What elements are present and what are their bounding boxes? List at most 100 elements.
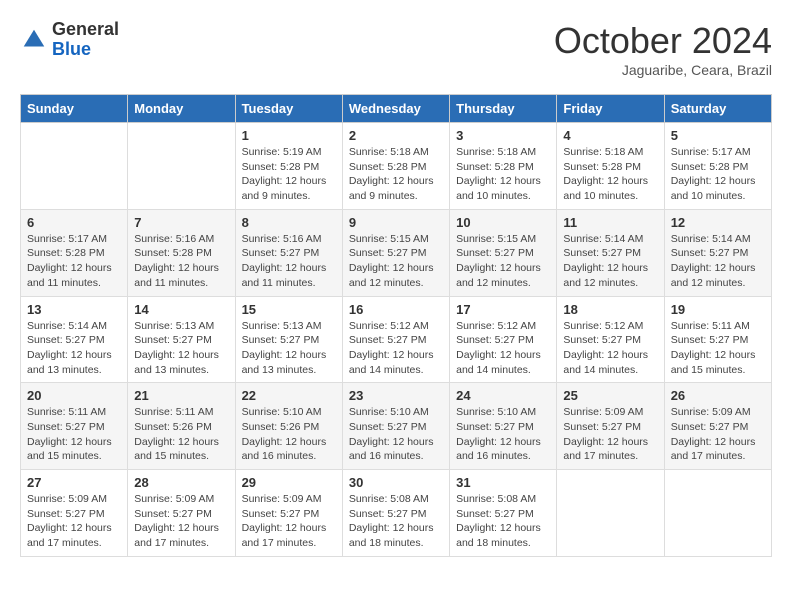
cell-content: Sunrise: 5:18 AM Sunset: 5:28 PM Dayligh… (456, 145, 550, 204)
day-number: 30 (349, 475, 443, 490)
calendar-cell: 2Sunrise: 5:18 AM Sunset: 5:28 PM Daylig… (342, 123, 449, 210)
day-number: 27 (27, 475, 121, 490)
day-number: 14 (134, 302, 228, 317)
calendar-cell: 8Sunrise: 5:16 AM Sunset: 5:27 PM Daylig… (235, 209, 342, 296)
day-number: 4 (563, 128, 657, 143)
calendar-cell: 14Sunrise: 5:13 AM Sunset: 5:27 PM Dayli… (128, 296, 235, 383)
calendar-cell: 28 Sunrise: 5:09 AM Sunset: 5:27 PM Dayli… (128, 470, 235, 557)
cell-content: Sunrise: 5:12 AM Sunset: 5:27 PM Dayligh… (456, 319, 550, 378)
calendar-cell: 13 Sunrise: 5:14 AM Sunset: 5:27 PM Dayli… (21, 296, 128, 383)
calendar-cell (128, 123, 235, 210)
day-header-friday: Friday (557, 95, 664, 123)
calendar-cell: 31 Sunrise: 5:08 AM Sunset: 5:27 PM Dayli… (450, 470, 557, 557)
day-header-monday: Monday (128, 95, 235, 123)
day-number: 19 (671, 302, 765, 317)
day-header-sunday: Sunday (21, 95, 128, 123)
day-number: 17 (456, 302, 550, 317)
day-header-tuesday: Tuesday (235, 95, 342, 123)
day-number: 8 (242, 215, 336, 230)
location-text: Jaguaribe, Ceara, Brazil (554, 62, 772, 78)
cell-content: Sunrise: 5:10 AM Sunset: 5:27 PM Dayligh… (349, 405, 443, 464)
cell-content: Sunrise: 5:09 AM Sunset: 5:27 PM Dayligh… (27, 492, 121, 551)
day-number: 1 (242, 128, 336, 143)
logo-blue-text: Blue (52, 40, 119, 60)
logo-text: General Blue (52, 20, 119, 60)
calendar-header-row: SundayMondayTuesdayWednesdayThursdayFrid… (21, 95, 772, 123)
cell-content: Sunrise: 5:12 AM Sunset: 5:27 PM Dayligh… (349, 319, 443, 378)
day-number: 18 (563, 302, 657, 317)
cell-content: Sunrise: 5:09 AM Sunset: 5:27 PM Dayligh… (242, 492, 336, 551)
calendar-cell (557, 470, 664, 557)
cell-content: Sunrise: 5:08 AM Sunset: 5:27 PM Dayligh… (349, 492, 443, 551)
day-number: 22 (242, 388, 336, 403)
calendar-cell (664, 470, 771, 557)
month-title: October 2024 (554, 20, 772, 62)
logo-icon (20, 26, 48, 54)
calendar-cell: 1 Sunrise: 5:19 AM Sunset: 5:28 PM Daylig… (235, 123, 342, 210)
cell-content: Sunrise: 5:11 AM Sunset: 5:27 PM Dayligh… (671, 319, 765, 378)
calendar-cell: 25 Sunrise: 5:09 AM Sunset: 5:27 PM Dayli… (557, 383, 664, 470)
cell-content: Sunrise: 5:19 AM Sunset: 5:28 PM Dayligh… (242, 145, 336, 204)
cell-content: Sunrise: 5:16 AM Sunset: 5:28 PM Dayligh… (134, 232, 228, 291)
calendar-cell: 4 Sunrise: 5:18 AM Sunset: 5:28 PM Daylig… (557, 123, 664, 210)
day-number: 5 (671, 128, 765, 143)
cell-content: Sunrise: 5:14 AM Sunset: 5:27 PM Dayligh… (27, 319, 121, 378)
page-header: General Blue October 2024 Jaguaribe, Cea… (20, 20, 772, 78)
day-number: 15 (242, 302, 336, 317)
day-number: 21 (134, 388, 228, 403)
day-number: 25 (563, 388, 657, 403)
day-number: 12 (671, 215, 765, 230)
calendar-cell: 24Sunrise: 5:10 AM Sunset: 5:27 PM Dayli… (450, 383, 557, 470)
day-number: 3 (456, 128, 550, 143)
cell-content: Sunrise: 5:14 AM Sunset: 5:27 PM Dayligh… (671, 232, 765, 291)
day-header-wednesday: Wednesday (342, 95, 449, 123)
cell-content: Sunrise: 5:17 AM Sunset: 5:28 PM Dayligh… (671, 145, 765, 204)
day-number: 11 (563, 215, 657, 230)
cell-content: Sunrise: 5:18 AM Sunset: 5:28 PM Dayligh… (349, 145, 443, 204)
cell-content: Sunrise: 5:15 AM Sunset: 5:27 PM Dayligh… (456, 232, 550, 291)
cell-content: Sunrise: 5:18 AM Sunset: 5:28 PM Dayligh… (563, 145, 657, 204)
calendar-cell: 3 Sunrise: 5:18 AM Sunset: 5:28 PM Daylig… (450, 123, 557, 210)
cell-content: Sunrise: 5:10 AM Sunset: 5:26 PM Dayligh… (242, 405, 336, 464)
calendar-cell: 6 Sunrise: 5:17 AM Sunset: 5:28 PM Daylig… (21, 209, 128, 296)
calendar-week-row: 6 Sunrise: 5:17 AM Sunset: 5:28 PM Daylig… (21, 209, 772, 296)
day-number: 28 (134, 475, 228, 490)
calendar-cell: 22 Sunrise: 5:10 AM Sunset: 5:26 PM Dayli… (235, 383, 342, 470)
calendar-cell: 19 Sunrise: 5:11 AM Sunset: 5:27 PM Dayli… (664, 296, 771, 383)
day-number: 6 (27, 215, 121, 230)
cell-content: Sunrise: 5:11 AM Sunset: 5:26 PM Dayligh… (134, 405, 228, 464)
cell-content: Sunrise: 5:09 AM Sunset: 5:27 PM Dayligh… (671, 405, 765, 464)
day-number: 16 (349, 302, 443, 317)
calendar-week-row: 27 Sunrise: 5:09 AM Sunset: 5:27 PM Dayli… (21, 470, 772, 557)
day-number: 20 (27, 388, 121, 403)
calendar-cell: 9Sunrise: 5:15 AM Sunset: 5:27 PM Daylig… (342, 209, 449, 296)
cell-content: Sunrise: 5:17 AM Sunset: 5:28 PM Dayligh… (27, 232, 121, 291)
cell-content: Sunrise: 5:14 AM Sunset: 5:27 PM Dayligh… (563, 232, 657, 291)
cell-content: Sunrise: 5:12 AM Sunset: 5:27 PM Dayligh… (563, 319, 657, 378)
cell-content: Sunrise: 5:15 AM Sunset: 5:27 PM Dayligh… (349, 232, 443, 291)
calendar-cell: 18 Sunrise: 5:12 AM Sunset: 5:27 PM Dayli… (557, 296, 664, 383)
calendar-cell: 21 Sunrise: 5:11 AM Sunset: 5:26 PM Dayli… (128, 383, 235, 470)
calendar-cell: 10Sunrise: 5:15 AM Sunset: 5:27 PM Dayli… (450, 209, 557, 296)
day-number: 13 (27, 302, 121, 317)
cell-content: Sunrise: 5:09 AM Sunset: 5:27 PM Dayligh… (563, 405, 657, 464)
calendar-week-row: 1 Sunrise: 5:19 AM Sunset: 5:28 PM Daylig… (21, 123, 772, 210)
calendar-cell: 29Sunrise: 5:09 AM Sunset: 5:27 PM Dayli… (235, 470, 342, 557)
cell-content: Sunrise: 5:08 AM Sunset: 5:27 PM Dayligh… (456, 492, 550, 551)
day-number: 31 (456, 475, 550, 490)
calendar-week-row: 13 Sunrise: 5:14 AM Sunset: 5:27 PM Dayli… (21, 296, 772, 383)
calendar-cell: 15 Sunrise: 5:13 AM Sunset: 5:27 PM Dayli… (235, 296, 342, 383)
calendar-cell: 23Sunrise: 5:10 AM Sunset: 5:27 PM Dayli… (342, 383, 449, 470)
day-header-thursday: Thursday (450, 95, 557, 123)
cell-content: Sunrise: 5:11 AM Sunset: 5:27 PM Dayligh… (27, 405, 121, 464)
cell-content: Sunrise: 5:09 AM Sunset: 5:27 PM Dayligh… (134, 492, 228, 551)
calendar-cell: 17 Sunrise: 5:12 AM Sunset: 5:27 PM Dayli… (450, 296, 557, 383)
logo: General Blue (20, 20, 119, 60)
day-number: 7 (134, 215, 228, 230)
cell-content: Sunrise: 5:10 AM Sunset: 5:27 PM Dayligh… (456, 405, 550, 464)
calendar-cell: 11 Sunrise: 5:14 AM Sunset: 5:27 PM Dayli… (557, 209, 664, 296)
cell-content: Sunrise: 5:13 AM Sunset: 5:27 PM Dayligh… (242, 319, 336, 378)
calendar-week-row: 20 Sunrise: 5:11 AM Sunset: 5:27 PM Dayli… (21, 383, 772, 470)
calendar-cell: 20 Sunrise: 5:11 AM Sunset: 5:27 PM Dayli… (21, 383, 128, 470)
calendar-cell (21, 123, 128, 210)
